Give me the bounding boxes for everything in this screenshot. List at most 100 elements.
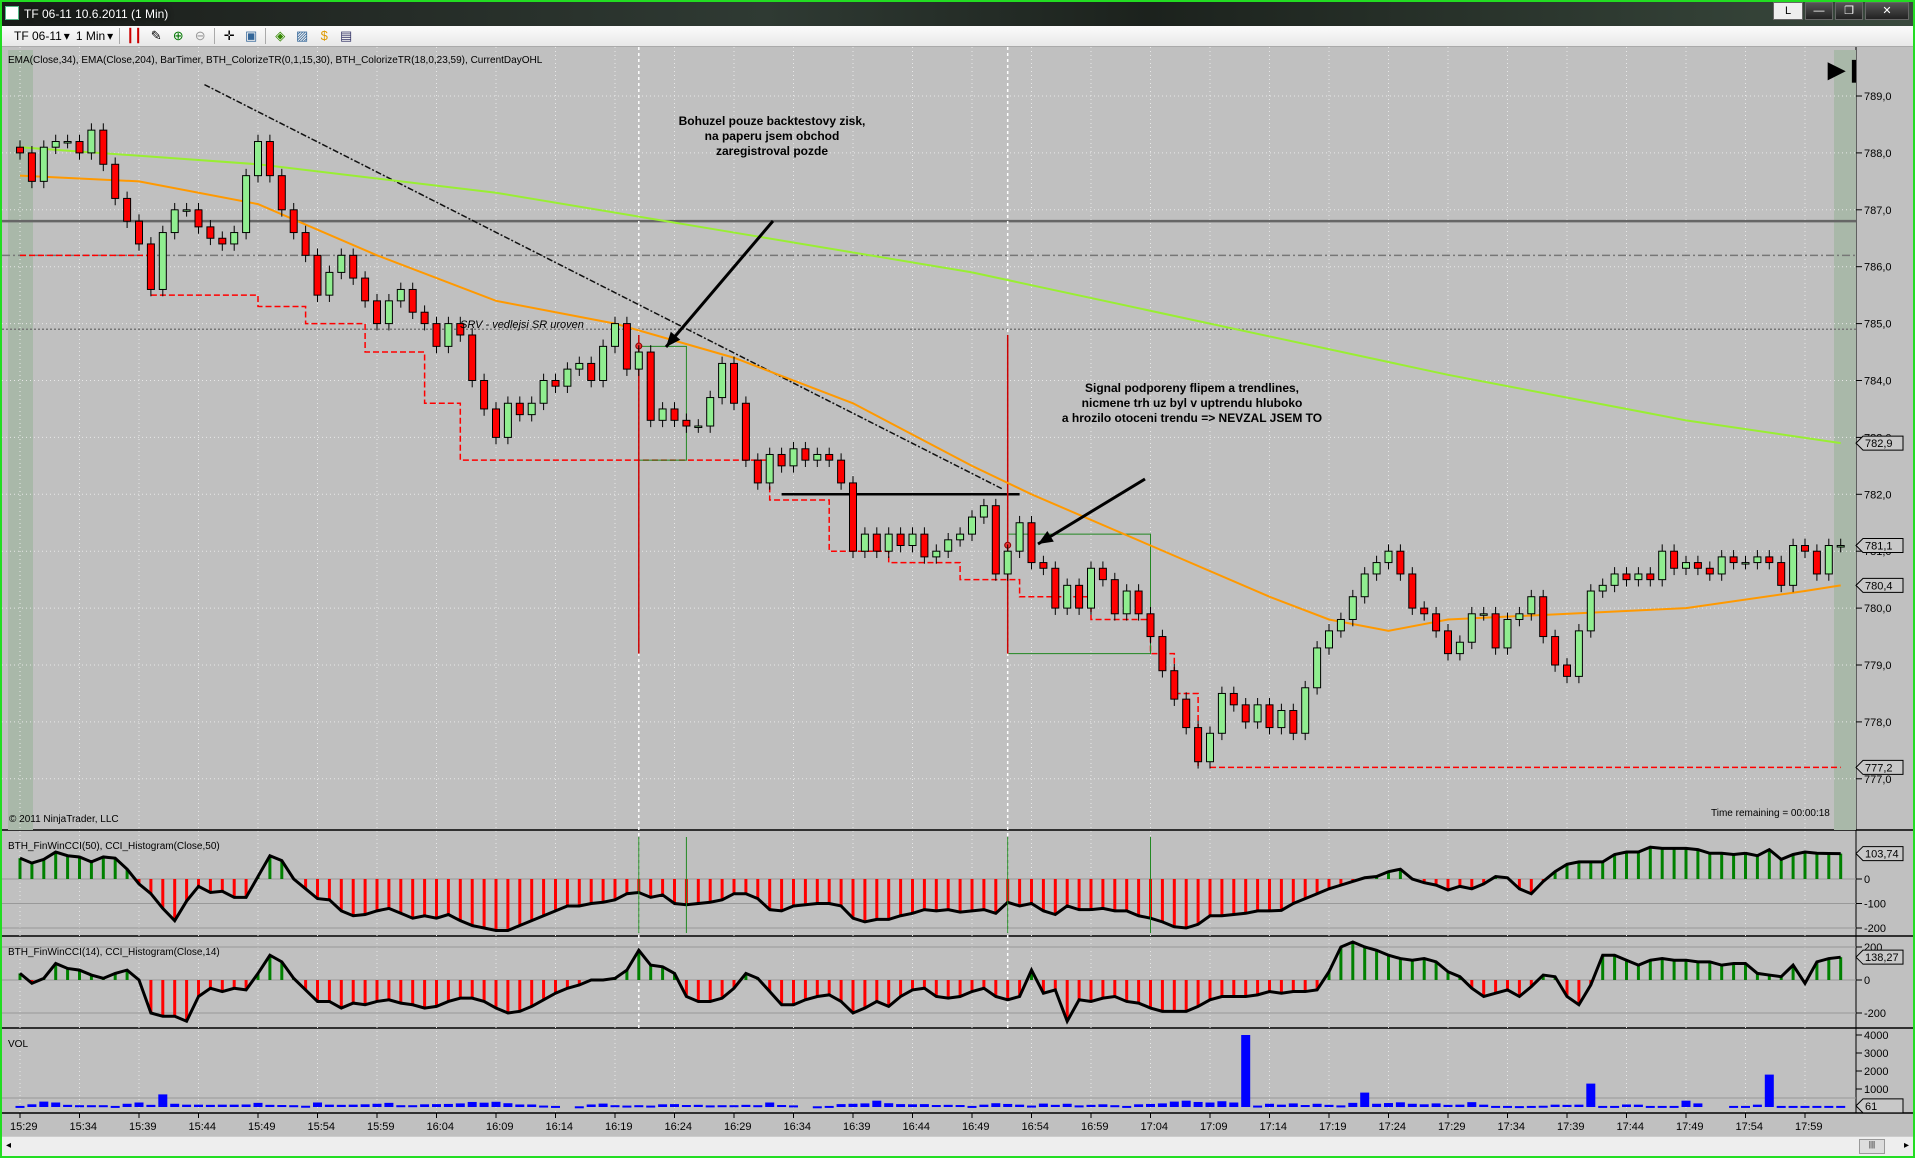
- volume-bar: [1241, 1035, 1251, 1107]
- volume-bar: [1074, 1105, 1084, 1108]
- volume-bar: [1288, 1103, 1298, 1107]
- candle-down: [1801, 545, 1809, 552]
- candle-down: [730, 362, 738, 404]
- crosshair-icon[interactable]: ✛: [221, 28, 237, 44]
- volume-bar: [467, 1101, 477, 1107]
- annotation-line: Signal podporeny flipem a trendlines,: [1084, 381, 1300, 395]
- marker-value: 780,4: [1865, 580, 1893, 592]
- chart-style-icon[interactable]: ┃┃: [126, 28, 142, 44]
- volume-bar: [1122, 1105, 1132, 1108]
- volume-bar: [1324, 1104, 1334, 1107]
- instrument-selector[interactable]: TF 06-11 ▾: [14, 29, 70, 43]
- volume-bar: [1157, 1103, 1167, 1107]
- data-box-icon[interactable]: ▣: [243, 28, 259, 44]
- volume-bar: [967, 1105, 977, 1108]
- volume-bar: [896, 1104, 906, 1107]
- price-tick-label: 784,0: [1864, 376, 1892, 388]
- candle-down: [646, 351, 655, 421]
- volume-bar: [908, 1104, 917, 1107]
- candle-up: [634, 351, 643, 370]
- strategies-icon[interactable]: $: [316, 28, 332, 44]
- candle-up: [51, 141, 60, 148]
- candle-up: [599, 345, 608, 381]
- time-tick-label: 17:04: [1141, 1121, 1169, 1133]
- volume-bar: [1086, 1104, 1096, 1107]
- link-button[interactable]: L: [1773, 2, 1803, 20]
- candle-up: [1348, 596, 1357, 620]
- price-marker: 777,2: [1855, 759, 1904, 775]
- volume-bar: [336, 1104, 346, 1107]
- candle-down: [1098, 567, 1107, 581]
- volume-bar: [515, 1104, 525, 1107]
- indicators-icon[interactable]: ▨: [294, 28, 310, 44]
- properties-icon[interactable]: ▤: [338, 28, 354, 44]
- candle-down: [27, 152, 36, 182]
- candle-up: [1087, 567, 1095, 609]
- candle-down: [1563, 664, 1571, 677]
- candle-up: [242, 175, 251, 234]
- volume-bar: [158, 1094, 168, 1107]
- time-tick-label: 15:29: [10, 1121, 38, 1133]
- volume-value-marker: 61: [1855, 1098, 1904, 1114]
- price-marker: 782,9: [1855, 435, 1904, 451]
- volume-bar: [1836, 1105, 1846, 1108]
- candle-down: [1408, 573, 1417, 609]
- candle-up: [956, 533, 965, 541]
- volume-bar: [765, 1102, 775, 1107]
- time-tick-label: 16:09: [486, 1121, 514, 1133]
- volume-bar: [1300, 1105, 1310, 1108]
- interval-selector[interactable]: 1 Min ▾: [76, 29, 113, 43]
- volume-bar: [408, 1105, 418, 1108]
- volume-bar: [634, 1105, 644, 1108]
- volume-bar: [372, 1103, 382, 1107]
- horizontal-scrollbar[interactable]: ◂ ||| ▸: [2, 1136, 1913, 1156]
- volume-bar: [110, 1105, 120, 1108]
- candle-down: [468, 334, 477, 382]
- maximize-button[interactable]: ❐: [1835, 2, 1863, 20]
- zoom-out-icon[interactable]: ⊖: [192, 28, 208, 44]
- zoom-in-icon[interactable]: ⊕: [170, 28, 186, 44]
- candle-down: [313, 254, 322, 296]
- volume-bar: [1741, 1105, 1750, 1108]
- instrument-label: TF 06-11: [14, 29, 62, 43]
- scroll-to-end-icon[interactable]: ▶❙: [1828, 57, 1863, 83]
- volume-bar: [824, 1105, 834, 1108]
- chart-canvas[interactable]: 15:29 15:34 15:39 15:44 15:49 15:54 15:59 16:04…: [2, 47, 1913, 1136]
- minimize-button[interactable]: —: [1805, 2, 1833, 20]
- volume-tick-label: 4000: [1864, 1030, 1888, 1042]
- cci50-line: [19, 845, 1841, 932]
- candle-down: [123, 197, 132, 222]
- candle-up: [503, 402, 512, 438]
- drawing-tool-icon[interactable]: ✎: [148, 28, 164, 44]
- instruments-icon[interactable]: ◈: [272, 28, 288, 44]
- volume-bar: [991, 1103, 1001, 1107]
- candle-up: [1063, 584, 1072, 609]
- volume-bar: [1253, 1105, 1263, 1108]
- time-tick-label: 16:34: [784, 1121, 812, 1133]
- chevron-down-icon: ▾: [107, 29, 114, 43]
- volume-bar: [1729, 1105, 1739, 1108]
- candle-down: [777, 453, 786, 467]
- candle-down: [1039, 562, 1048, 569]
- time-remaining-label: Time remaining = 00:00:18: [1711, 808, 1830, 819]
- candle-up: [1515, 613, 1524, 620]
- price-tick-label: 787,0: [1864, 205, 1892, 217]
- volume-bar: [884, 1103, 894, 1107]
- price-tick-label: 789,0: [1864, 91, 1892, 103]
- close-button[interactable]: ✕: [1865, 2, 1909, 20]
- scrollbar-thumb[interactable]: |||: [1859, 1139, 1885, 1154]
- scroll-right-icon[interactable]: ▸: [1904, 1140, 1909, 1151]
- time-tick-label: 17:39: [1557, 1121, 1585, 1133]
- candle-down: [1777, 562, 1786, 586]
- candle-up: [230, 232, 239, 245]
- volume-bar: [1467, 1102, 1477, 1107]
- candle-down: [16, 146, 24, 154]
- volume-bar: [1146, 1103, 1155, 1107]
- candle-down: [1194, 727, 1203, 763]
- scroll-left-icon[interactable]: ◂: [6, 1140, 11, 1151]
- candle-up: [1598, 584, 1607, 592]
- candle-down: [622, 323, 631, 370]
- candle-up: [1479, 613, 1488, 616]
- candle-down: [420, 311, 429, 325]
- volume-bar: [646, 1105, 656, 1108]
